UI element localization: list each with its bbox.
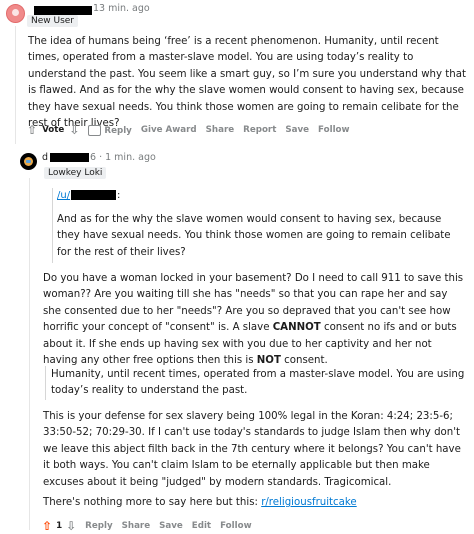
report-button[interactable]: Report: [243, 125, 276, 135]
redacted-username: [34, 6, 92, 15]
user-mention-link[interactable]: /u/: [57, 190, 70, 201]
bold-text: NOT: [256, 355, 281, 367]
comment-body: The idea of humans being ‘free’ is a rec…: [28, 36, 466, 130]
blockquote-bar: [52, 188, 53, 263]
username-prefix[interactable]: d: [42, 152, 48, 163]
save-button[interactable]: Save: [285, 125, 309, 135]
avatar[interactable]: [6, 4, 25, 23]
comment-paragraph: There's nothing more to say here but thi…: [43, 495, 468, 511]
bold-text: CANNOT: [272, 322, 321, 334]
avatar[interactable]: [20, 153, 37, 170]
reply-label: Reply: [104, 125, 132, 136]
thread-line[interactable]: [15, 26, 16, 144]
share-button[interactable]: Share: [206, 125, 234, 135]
downvote-icon[interactable]: ⇩: [66, 519, 76, 533]
comment-paragraph: This is your defense for sex slavery bei…: [43, 411, 461, 488]
blockquote-bar: [45, 366, 46, 400]
username-suffix: 6: [90, 152, 97, 163]
blockquote-text: Humanity, until recent times, operated f…: [51, 369, 465, 397]
redacted-mention: [71, 190, 116, 200]
comment-paragraph: Do you have a woman locked in your basem…: [43, 271, 468, 369]
user-flair: New User: [27, 15, 79, 27]
comment-actions: ⇧ 1 ⇩ Reply Share Save Edit Follow: [42, 518, 252, 534]
blockquote-text: And as for the why the slave women would…: [57, 214, 451, 258]
downvote-icon[interactable]: ⇩: [69, 123, 79, 137]
vote-label: Vote: [42, 125, 65, 135]
comment-icon: [88, 124, 102, 136]
timestamp-text: · 1 min. ago: [99, 152, 156, 163]
paragraph-text: consent.: [280, 355, 328, 367]
redacted-username: [50, 153, 89, 162]
comment-actions: ⇧ Vote ⇩ Reply Give Award Share Report S…: [27, 122, 350, 138]
user-flair: Lowkey Loki: [44, 167, 107, 179]
comment-timestamp: 6 · 1 min. ago: [90, 152, 156, 163]
comment-timestamp: 13 min. ago: [93, 3, 150, 14]
mention-colon: :: [117, 190, 121, 201]
upvote-icon[interactable]: ⇧: [27, 123, 37, 137]
subreddit-link[interactable]: r/religiousfruitcake: [261, 497, 357, 508]
paragraph-text: There's nothing more to say here but thi…: [43, 497, 262, 508]
thread-line[interactable]: [29, 178, 30, 530]
reply-button[interactable]: Reply: [88, 124, 132, 136]
follow-button[interactable]: Follow: [318, 125, 350, 135]
upvote-icon[interactable]: ⇧: [42, 519, 52, 533]
give-award-button[interactable]: Give Award: [141, 125, 197, 135]
